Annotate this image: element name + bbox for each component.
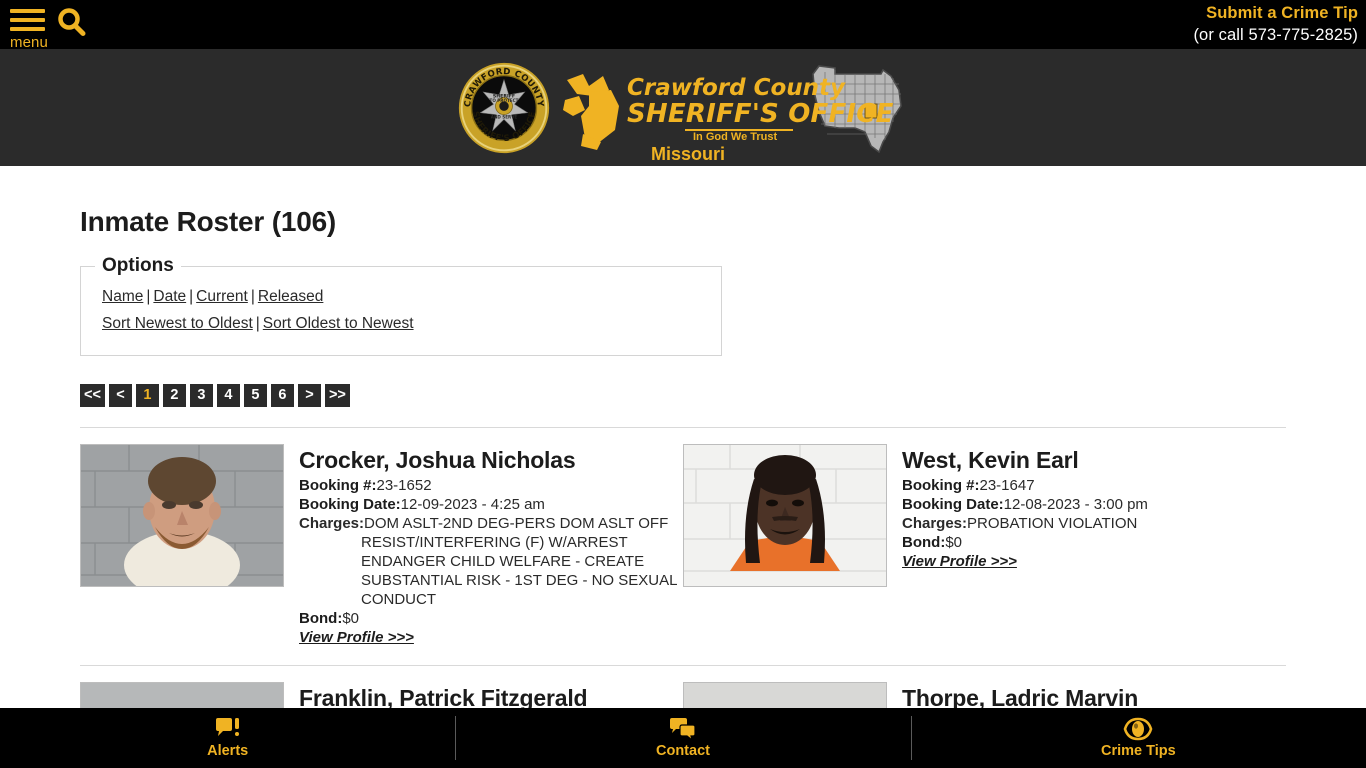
inmate-name: West, Kevin Earl: [902, 447, 1079, 473]
pagination-page-1[interactable]: 1: [135, 384, 159, 407]
eagle-state-emblem-icon: [563, 73, 619, 150]
charges-label: Charges:: [902, 515, 968, 532]
footer-item-alerts[interactable]: Alerts: [0, 708, 455, 768]
option-link-sort-newest[interactable]: Sort Newest to Oldest: [102, 315, 253, 332]
crime-tip-block[interactable]: Submit a Crime Tip (or call 573-775-2825…: [1193, 2, 1358, 46]
table-row: Crocker, Joshua Nicholas Booking #:23-16…: [80, 428, 1286, 665]
bond-value: $0: [945, 534, 963, 551]
pagination-page-6[interactable]: 6: [270, 384, 294, 407]
option-link-released[interactable]: Released: [258, 288, 324, 305]
charges-label: Charges:: [299, 515, 365, 532]
bond-label: Bond:: [902, 534, 946, 551]
chat-bubbles-icon: [669, 718, 696, 741]
view-profile-link[interactable]: View Profile >>>: [299, 629, 414, 646]
bond-value: $0: [342, 610, 360, 627]
option-link-name[interactable]: Name: [102, 288, 143, 305]
inmate-info: West, Kevin Earl Booking #:23-1647 Booki…: [902, 444, 1286, 647]
options-separator: |: [146, 288, 151, 305]
inmate-name: Crocker, Joshua Nicholas: [299, 447, 576, 473]
options-row-filters: Name | Date | Current | Released: [95, 283, 707, 310]
footer-item-contact[interactable]: Contact: [455, 708, 910, 768]
option-link-current[interactable]: Current: [196, 288, 248, 305]
main-content: Inmate Roster (106) Options Name | Date | Cu…: [0, 166, 1366, 768]
booking-number-field: Booking #:23-1652: [299, 476, 683, 495]
crime-tip-phone: (or call 573-775-2825): [1193, 26, 1358, 44]
inmate-card: West, Kevin Earl Booking #:23-1647 Booki…: [683, 444, 1286, 647]
options-separator: |: [189, 288, 194, 305]
pagination-page-4[interactable]: 4: [216, 384, 240, 407]
svg-text:TO PROTECT: TO PROTECT: [490, 97, 519, 102]
search-icon: [58, 8, 86, 36]
svg-text:AND SERVE: AND SERVE: [491, 114, 518, 119]
charges-field: Charges:PROBATION VIOLATION: [902, 514, 1286, 533]
mugshot-crocker[interactable]: [80, 444, 284, 587]
booking-number-value: 23-1647: [979, 477, 1035, 494]
wordmark-line-1: Crawford County: [627, 74, 846, 101]
eye-icon: [1123, 717, 1153, 741]
booking-number-field: Booking #:23-1647: [902, 476, 1286, 495]
option-link-date[interactable]: Date: [153, 288, 186, 305]
footer-label-contact: Contact: [656, 743, 710, 759]
footer-label-crime-tips: Crime Tips: [1100, 743, 1176, 759]
options-row-sorting: Sort Newest to Oldest | Sort Oldest to New…: [95, 310, 707, 337]
options-legend: Options: [102, 255, 174, 276]
submit-crime-tip-link[interactable]: Submit a Crime Tip: [1193, 2, 1358, 24]
site-logo[interactable]: SHERIFF TO PROTECT AND SERVE CRAWFORD CO…: [0, 49, 1366, 166]
sheriff-badge-icon: SHERIFF TO PROTECT AND SERVE CRAWFORD CO…: [458, 62, 550, 153]
booking-number-value: 23-1652: [376, 477, 432, 494]
pagination-first[interactable]: <<: [80, 384, 105, 407]
pagination-page-3[interactable]: 3: [189, 384, 213, 407]
booking-date-value: 12-09-2023 - 4:25 am: [400, 496, 545, 513]
booking-date-field: Booking Date:12-08-2023 - 3:00 pm: [902, 495, 1286, 514]
bond-field: Bond:$0: [299, 609, 683, 628]
options-separator: |: [255, 315, 260, 332]
pagination-prev[interactable]: <: [108, 384, 132, 407]
charges-value: DOM ASLT-2ND DEG-PERS DOM ASLT OFF RESIS…: [361, 515, 677, 608]
bottom-nav-bar: Alerts Contact Crime Tips: [0, 708, 1366, 768]
booking-date-field: Booking Date:12-09-2023 - 4:25 am: [299, 495, 683, 514]
wordmark-state: Missouri: [651, 143, 726, 164]
booking-date-label: Booking Date:: [902, 496, 1004, 513]
menu-button[interactable]: menu: [10, 4, 50, 51]
inmate-card: Crocker, Joshua Nicholas Booking #:23-16…: [80, 444, 683, 647]
bond-field: Bond:$0: [902, 533, 1286, 552]
menu-label: menu: [10, 34, 48, 51]
pagination-last[interactable]: >>: [324, 384, 350, 407]
charges-value: PROBATION VIOLATION: [967, 515, 1138, 532]
footer-item-crime-tips[interactable]: Crime Tips: [910, 708, 1366, 768]
wordmark-line-2: SHERIFF'S OFFICE: [627, 98, 894, 129]
wordmark: Crawford County SHERIFF'S OFFICE In God …: [563, 58, 893, 164]
options-separator: |: [250, 288, 255, 305]
mugshot-image: [81, 445, 283, 586]
view-profile-link[interactable]: View Profile >>>: [902, 553, 1017, 570]
search-button[interactable]: [55, 6, 91, 42]
pagination: << < 1 2 3 4 5 6 > >>: [80, 384, 1286, 407]
wordmark-motto: In God We Trust: [693, 130, 778, 143]
charges-field: Charges:DOM ASLT-2ND DEG-PERS DOM ASLT O…: [299, 514, 683, 609]
mugshot-west[interactable]: [683, 444, 887, 587]
option-link-sort-oldest[interactable]: Sort Oldest to Newest: [263, 315, 414, 332]
pagination-next[interactable]: >: [297, 384, 321, 407]
pagination-page-2[interactable]: 2: [162, 384, 186, 407]
options-panel: Options Name | Date | Current | Released Sort …: [80, 255, 722, 356]
inmate-info: Crocker, Joshua Nicholas Booking #:23-16…: [299, 444, 683, 647]
booking-date-value: 12-08-2023 - 3:00 pm: [1003, 496, 1148, 513]
page-title: Inmate Roster (106): [80, 206, 337, 237]
hamburger-icon: [10, 9, 45, 31]
top-bar: menu Submit a Crime Tip (or call 573-775…: [0, 0, 1366, 51]
footer-label-alerts: Alerts: [207, 743, 249, 759]
booking-number-label: Booking #:: [902, 477, 980, 494]
booking-date-label: Booking Date:: [299, 496, 401, 513]
mugshot-image: [684, 445, 886, 586]
pagination-page-5[interactable]: 5: [243, 384, 267, 407]
logo-band: SHERIFF TO PROTECT AND SERVE CRAWFORD CO…: [0, 49, 1366, 166]
booking-number-label: Booking #:: [299, 477, 377, 494]
bond-label: Bond:: [299, 610, 343, 627]
alert-bubble-icon: [215, 718, 239, 736]
